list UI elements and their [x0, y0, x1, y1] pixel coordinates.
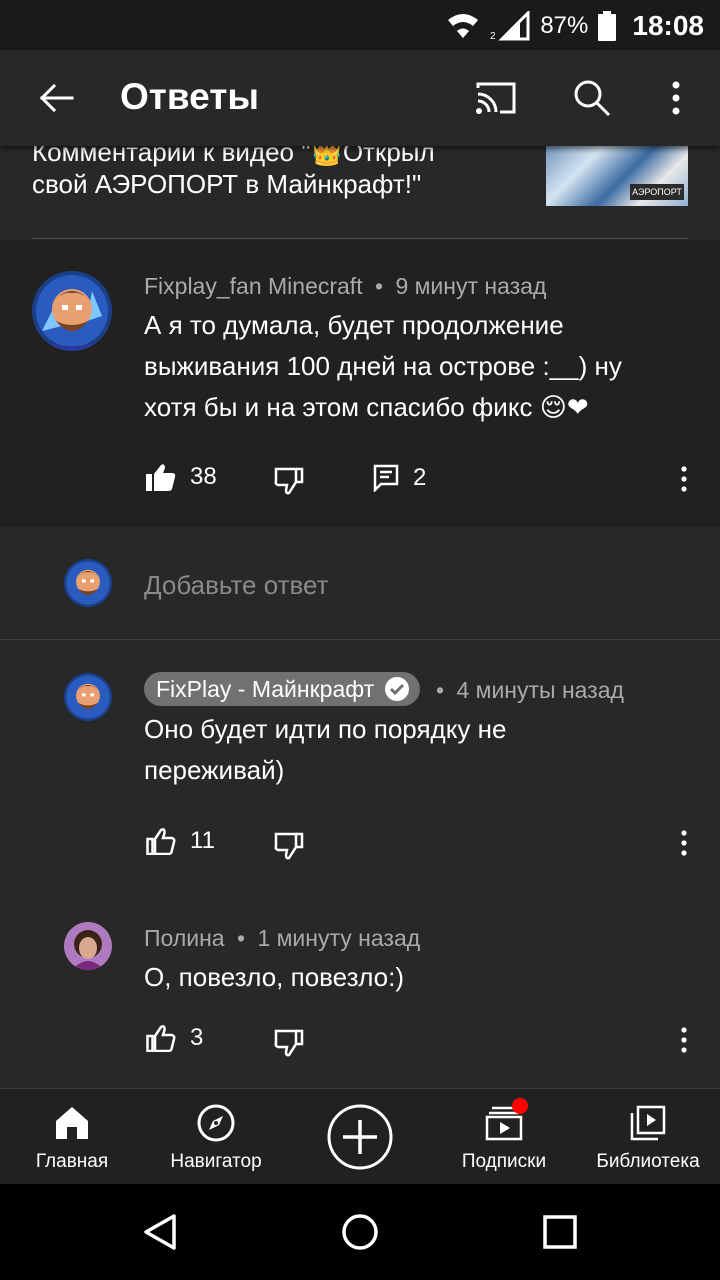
- reply-meta: • 4 минуты назад: [436, 677, 624, 704]
- like-button[interactable]: 11: [146, 827, 215, 855]
- nav-subscriptions[interactable]: Подписки: [448, 1089, 560, 1184]
- comment-time: 9 минут назад: [395, 273, 547, 299]
- more-vertical-icon[interactable]: [664, 80, 688, 116]
- search-icon[interactable]: [572, 78, 612, 118]
- video-header[interactable]: Комментарии к видео "👑Открыл свой АЭРОПО…: [0, 132, 720, 240]
- divider: [32, 238, 688, 239]
- comment-meta: Fixplay_fan Minecraft • 9 минут назад: [144, 273, 546, 300]
- system-navigation-bar: [0, 1184, 720, 1280]
- reply-text-line: переживай): [144, 755, 285, 785]
- like-button[interactable]: 3: [146, 1024, 203, 1052]
- reply-author[interactable]: Полина: [144, 925, 225, 951]
- channel-owner-chip[interactable]: FixPlay - Майнкрафт: [144, 672, 421, 706]
- separator-dot: •: [436, 677, 445, 703]
- comment-text-line: хотя бы и на этом спасибо фикс 😌❤: [144, 392, 589, 422]
- reply-author: FixPlay - Майнкрафт: [156, 675, 375, 702]
- nav-label: Библиотека: [596, 1151, 700, 1172]
- comment-text-line: выживания 100 дней на острове :__) ну: [144, 351, 622, 381]
- notification-dot: [512, 1098, 528, 1114]
- thumbs-up-icon: [146, 1025, 176, 1052]
- dislike-icon[interactable]: [274, 467, 304, 495]
- reply-meta: Полина • 1 минуту назад: [144, 925, 420, 952]
- create-plus-icon[interactable]: [327, 1104, 393, 1170]
- add-reply-input[interactable]: Добавьте ответ: [144, 570, 329, 601]
- signal-icon: 2: [490, 11, 530, 41]
- system-recents-icon[interactable]: [542, 1214, 578, 1250]
- comment-icon: [373, 464, 399, 492]
- system-home-icon[interactable]: [340, 1212, 380, 1252]
- like-count: 3: [190, 1024, 204, 1051]
- compass-icon: [197, 1104, 235, 1142]
- video-title-line-2: свой АЭРОПОРТ в Майнкрафт!": [32, 169, 422, 199]
- nav-label: Подписки: [461, 1151, 547, 1172]
- dislike-icon[interactable]: [274, 832, 304, 860]
- reply-text-line: Оно будет идти по порядку не: [144, 714, 507, 744]
- thumbs-up-icon: [146, 828, 176, 855]
- thumbs-up-filled-icon: [146, 464, 176, 491]
- like-count: 38: [190, 463, 217, 490]
- verified-check-icon: [385, 677, 410, 701]
- nav-label: Главная: [35, 1151, 109, 1172]
- reply-more-icon[interactable]: [681, 1027, 687, 1053]
- comment-text: А я то думала, будет продолжение выживан…: [144, 305, 694, 428]
- status-bar: 2 87% 18:08: [0, 0, 720, 50]
- reply-text-line: О, повезло, повезло:): [144, 962, 404, 992]
- avatar[interactable]: [64, 673, 112, 721]
- reply-text: О, повезло, повезло:): [144, 957, 694, 998]
- system-back-icon[interactable]: [140, 1212, 180, 1252]
- divider: [0, 639, 720, 640]
- avatar[interactable]: [32, 271, 112, 351]
- separator-dot: •: [236, 925, 246, 951]
- nav-home[interactable]: Главная: [22, 1089, 122, 1184]
- comment-more-icon[interactable]: [681, 466, 687, 492]
- comment-text-line: А я то думала, будет продолжение: [144, 310, 564, 340]
- thumbnail-sign: АЭРОПОРТ: [630, 184, 684, 200]
- dislike-icon[interactable]: [274, 1029, 304, 1057]
- reply-time: 4 минуты назад: [456, 677, 624, 703]
- clock: 18:08: [632, 10, 704, 41]
- app-bar: Ответы: [0, 50, 720, 146]
- replies-button[interactable]: 2: [373, 464, 426, 492]
- reply-count: 2: [413, 464, 427, 491]
- battery-percent: 87%: [540, 12, 589, 39]
- comment-author[interactable]: Fixplay_fan Minecraft: [144, 273, 363, 299]
- reply-more-icon[interactable]: [681, 830, 687, 856]
- avatar[interactable]: [64, 922, 112, 970]
- reply-text: Оно будет идти по порядку не переживай): [144, 709, 694, 791]
- bottom-navigation: Главная Навигатор Подписки Библиотека: [0, 1089, 720, 1184]
- svg-text:2: 2: [490, 31, 496, 41]
- battery-icon: [598, 11, 617, 41]
- like-button[interactable]: 38: [146, 463, 217, 491]
- nav-library[interactable]: Библиотека: [588, 1089, 708, 1184]
- page-title: Ответы: [120, 76, 259, 117]
- like-count: 11: [190, 827, 215, 854]
- separator-dot: •: [374, 273, 384, 299]
- avatar: [64, 559, 112, 607]
- library-icon: [630, 1105, 666, 1141]
- home-icon: [56, 1107, 88, 1139]
- nav-explore[interactable]: Навигатор: [156, 1089, 276, 1184]
- reply-time: 1 минуту назад: [257, 925, 421, 951]
- wifi-icon: [448, 14, 479, 38]
- back-arrow-icon[interactable]: [36, 78, 76, 118]
- nav-label: Навигатор: [170, 1151, 262, 1172]
- video-thumbnail[interactable]: АЭРОПОРТ: [546, 142, 688, 206]
- cast-icon[interactable]: [474, 80, 518, 116]
